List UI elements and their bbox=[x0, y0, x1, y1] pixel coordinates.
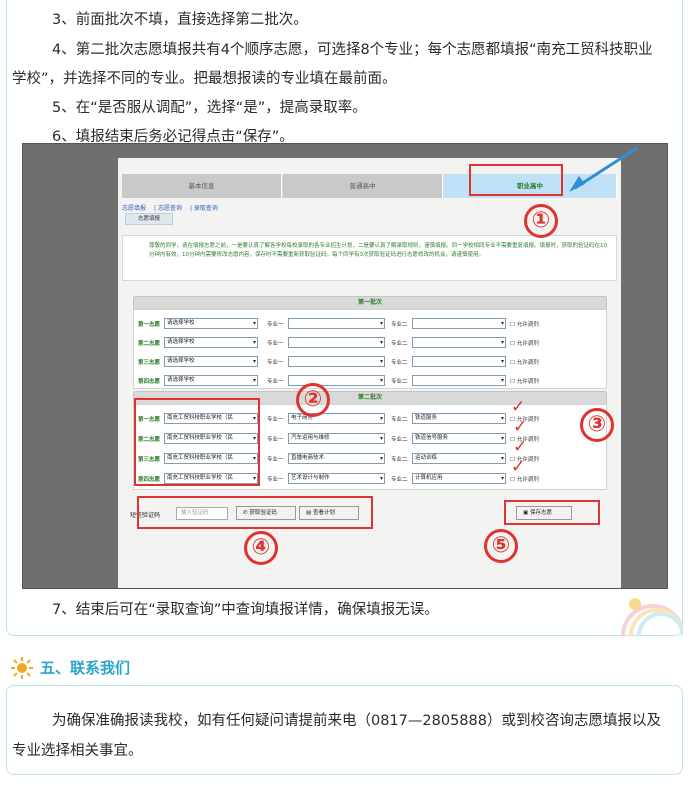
major1-label: 专业一 bbox=[267, 360, 284, 366]
major1-label: 专业一 bbox=[267, 341, 284, 347]
major2-select[interactable]: 铁道服务 bbox=[412, 413, 506, 424]
major2-select[interactable] bbox=[412, 375, 506, 386]
step-4-text: 4、第二批次志愿填报共有4个顺序志愿，可选择8个专业；每个志愿都填报“南充工贸科… bbox=[12, 42, 653, 87]
marker-3: ③ bbox=[580, 408, 614, 442]
section-title: 五、联系我们 bbox=[40, 659, 131, 677]
major1-label: 专业一 bbox=[267, 379, 284, 385]
choice-label: 第四志愿 bbox=[138, 379, 161, 385]
sun-icon bbox=[11, 657, 33, 679]
check-icon: ✓ bbox=[513, 437, 528, 457]
major1-label: 专业一 bbox=[267, 477, 284, 483]
school-select[interactable]: 请选择学校 bbox=[164, 375, 258, 386]
major2-label: 专业二 bbox=[391, 379, 408, 385]
major1-select[interactable] bbox=[288, 318, 385, 329]
major1-select[interactable]: 汽车运用与维修 bbox=[288, 433, 385, 444]
adjust-checkbox[interactable]: ☐ 允许调剂 bbox=[510, 339, 539, 347]
subtab-query[interactable]: 志愿查询 bbox=[158, 205, 182, 212]
notice-text: 尊敬的同学，请在填报志愿之前，一是要认真了解各学校每校录取的各专业招生计划，二是… bbox=[122, 235, 617, 281]
major2-label: 专业二 bbox=[391, 417, 408, 423]
panel-label: 志愿填报 bbox=[125, 213, 173, 225]
major1-select[interactable] bbox=[288, 337, 385, 348]
check-icon: ✓ bbox=[511, 397, 526, 417]
major2-select[interactable]: 计算机应用 bbox=[412, 473, 506, 484]
major1-select[interactable]: 电子商务 bbox=[288, 413, 385, 424]
adjust-checkbox[interactable]: ☐ 允许调剂 bbox=[510, 320, 539, 328]
choice-label: 第一志愿 bbox=[138, 322, 161, 328]
major2-label: 专业二 bbox=[391, 477, 408, 483]
major2-label: 专业二 bbox=[391, 360, 408, 366]
major1-select[interactable]: 艺术设计与制作 bbox=[288, 473, 385, 484]
subtab-apply[interactable]: 志愿填报 bbox=[122, 205, 146, 212]
major1-select[interactable] bbox=[288, 375, 385, 386]
major2-label: 专业二 bbox=[391, 457, 408, 463]
arrow-icon bbox=[569, 146, 638, 192]
sub-tabs: 志愿填报 | 志愿查询 | 录取查询 bbox=[122, 205, 218, 212]
marker-5: ⑤ bbox=[484, 529, 518, 563]
school-select[interactable]: 请选择学校 bbox=[164, 318, 258, 329]
batch-1-box: 第一志愿请选择学校专业一专业二☐ 允许调剂第二志愿请选择学校专业一专业二☐ 允许… bbox=[133, 309, 607, 389]
adjust-checkbox[interactable]: ☐ 允许调剂 bbox=[510, 358, 539, 366]
major2-select[interactable] bbox=[412, 318, 506, 329]
major2-label: 专业二 bbox=[391, 341, 408, 347]
choice-label: 第三志愿 bbox=[138, 360, 161, 366]
major2-select[interactable]: 铁道信号服务 bbox=[412, 433, 506, 444]
major2-select[interactable] bbox=[412, 337, 506, 348]
highlight-save bbox=[504, 500, 600, 525]
major1-label: 专业一 bbox=[267, 322, 284, 328]
choice-label: 第二志愿 bbox=[138, 341, 161, 347]
major2-label: 专业二 bbox=[391, 322, 408, 328]
marker-2: ② bbox=[296, 383, 330, 417]
major1-label: 专业一 bbox=[267, 457, 284, 463]
tab-general-high-school[interactable]: 普通高中 bbox=[283, 174, 443, 198]
major1-label: 专业一 bbox=[267, 437, 284, 443]
batch-1-title: 第一批次 bbox=[133, 296, 607, 310]
check-icon: ✓ bbox=[511, 457, 526, 477]
step-5-text: 5、在“是否服从调配”，选择“是”，提高录取率。 bbox=[52, 100, 367, 116]
rainbow-decoration-icon bbox=[621, 598, 683, 636]
contact-text: 为确保准确报读我校，如有任何疑问请提前来电（0817—2805888）或到校咨询… bbox=[12, 713, 661, 759]
tab-basic-info[interactable]: 基本信息 bbox=[122, 174, 282, 198]
major1-select[interactable] bbox=[288, 356, 385, 367]
major1-label: 专业一 bbox=[267, 417, 284, 423]
step-7-text: 7、结束后可在“录取查询”中查询填报详情，确保填报无误。 bbox=[52, 602, 439, 618]
application-screenshot: 基本信息 普通高中 职业高中 志愿填报 | 志愿查询 | 录取查询 志愿填报 尊敬的… bbox=[22, 143, 668, 589]
subtab-admission[interactable]: 录取查询 bbox=[194, 205, 218, 212]
marker-1: ① bbox=[524, 204, 558, 238]
major2-label: 专业二 bbox=[391, 437, 408, 443]
check-icon: ✓ bbox=[513, 417, 528, 437]
marker-4: ④ bbox=[244, 531, 278, 565]
highlight-school-column bbox=[134, 398, 260, 486]
highlight-verify-row bbox=[137, 496, 373, 529]
adjust-checkbox[interactable]: ☐ 允许调剂 bbox=[510, 377, 539, 385]
school-select[interactable]: 请选择学校 bbox=[164, 337, 258, 348]
school-select[interactable]: 请选择学校 bbox=[164, 356, 258, 367]
highlight-vocational-tab bbox=[469, 164, 563, 196]
major2-select[interactable]: 运动训练 bbox=[412, 453, 506, 464]
major1-select[interactable]: 直播电商技术 bbox=[288, 453, 385, 464]
step-3-text: 3、前面批次不填，直接选择第二批次。 bbox=[52, 12, 308, 28]
major2-select[interactable] bbox=[412, 356, 506, 367]
